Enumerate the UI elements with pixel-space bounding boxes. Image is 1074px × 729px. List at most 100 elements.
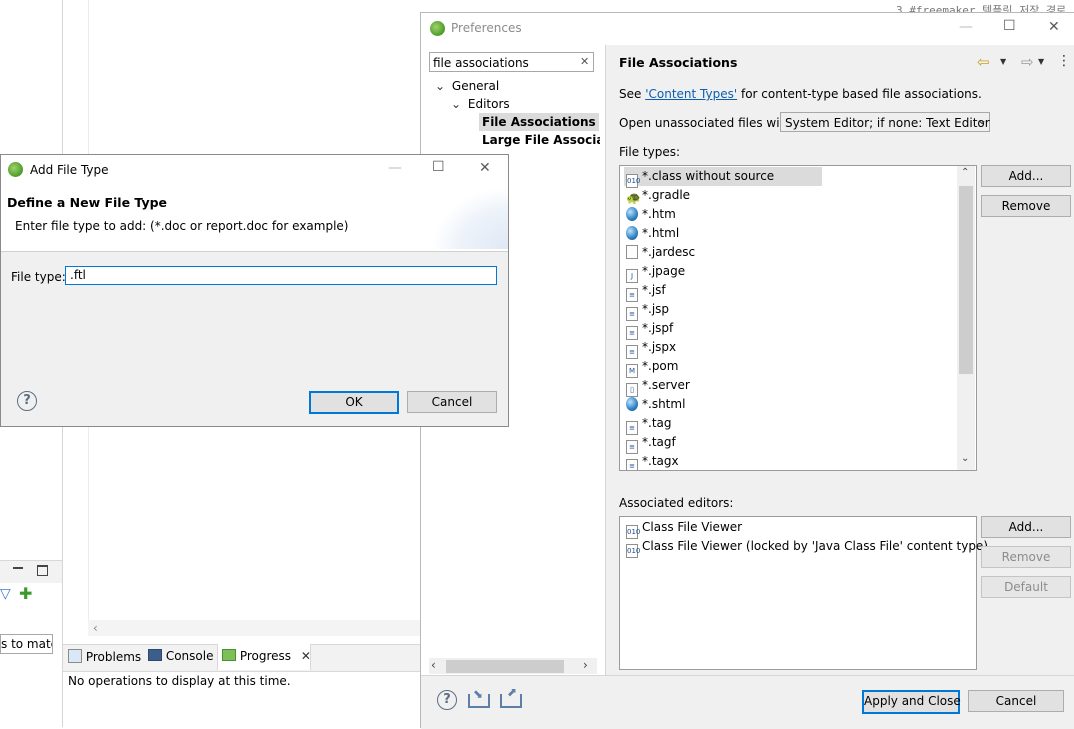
add-editor-button[interactable]: Add... [981, 516, 1071, 538]
item-label: *.jsp [642, 302, 670, 316]
tab-console[interactable]: Console [148, 649, 213, 663]
back-icon[interactable]: ⇦ [977, 53, 990, 71]
view-menu-icon[interactable]: ⋮ [1057, 53, 1071, 69]
list-item[interactable]: ≡ *.tag [626, 414, 672, 435]
editor-hscrollbar[interactable] [88, 620, 421, 636]
list-item[interactable]: *.html [626, 224, 679, 243]
preferences-window: Preferences — ☐ ✕ file associations ✕ ⌄ … [420, 12, 1074, 729]
list-item[interactable]: 010 Class File Viewer (locked by 'Java Cl… [626, 537, 988, 558]
forward-icon[interactable]: ⇨ [1021, 53, 1034, 71]
close-icon[interactable]: ✕ [479, 160, 491, 176]
minimize-icon[interactable]: — [959, 19, 973, 35]
list-item[interactable]: M *.pom [626, 357, 678, 378]
list-item[interactable]: *.shtml [626, 395, 685, 414]
list-item[interactable]: ≡ *.jspf [626, 319, 674, 340]
file-type-input[interactable]: .ftl [65, 266, 497, 285]
chevron-down-icon: ⌄ [435, 79, 446, 93]
add-file-type-button[interactable]: Add... [981, 165, 1071, 187]
select-value: System Editor; if none: Text Editor [785, 116, 990, 130]
content-types-link[interactable]: 'Content Types' [645, 87, 737, 101]
dialog-heading: Define a New File Type [7, 195, 168, 210]
file-types-list[interactable]: 010 *.class without source 🐢*.gradle *.htm *… [619, 165, 977, 471]
minimize-icon[interactable] [13, 567, 23, 569]
list-item[interactable]: *.jardesc [626, 243, 695, 262]
tab-label: Console [165, 649, 214, 663]
list-item[interactable]: *.htm [626, 205, 676, 224]
associated-editors-list[interactable]: 010 Class File Viewer 010 Class File Viewe… [619, 516, 988, 670]
back-menu-icon[interactable]: ▼ [1000, 57, 1006, 66]
button-label: Remove [1001, 550, 1051, 564]
add-file-type-dialog: Add File Type — ☐ ✕ Define a New File Ty… [0, 154, 509, 427]
list-item[interactable]: ≡ *.jspx [626, 338, 676, 359]
list-item[interactable]: J *.jpage [626, 262, 685, 283]
maximize-icon[interactable]: ☐ [432, 159, 445, 175]
list-item[interactable]: ≡ *.jsf [626, 281, 666, 302]
tab-label: Progress [239, 649, 292, 663]
tab-problems[interactable]: Problems [68, 649, 141, 664]
item-label: *.tagx [642, 454, 679, 468]
remove-file-type-button[interactable]: Remove [981, 195, 1071, 217]
close-icon[interactable]: ✕ [1048, 19, 1060, 35]
apply-and-close-button[interactable]: Apply and Close [862, 690, 961, 714]
scroll-down-icon[interactable]: ⌄ [961, 453, 969, 464]
tree-item-file-associations[interactable]: File Associations [479, 113, 599, 131]
item-label: Class File Viewer [642, 520, 743, 534]
filter-icon[interactable]: ▽ [0, 586, 11, 602]
list-item[interactable]: 010 *.class without source [624, 167, 822, 188]
file-type-label: File type: [11, 270, 66, 284]
list-item[interactable]: 🐢*.gradle [626, 186, 690, 205]
tab-progress[interactable]: Progress ✕ [222, 649, 311, 663]
dialog-title: Add File Type [30, 163, 109, 177]
ok-button[interactable]: OK [309, 391, 399, 414]
tree-item-editors[interactable]: ⌄ Editors [451, 97, 510, 111]
scroll-up-icon[interactable]: ⌃ [961, 167, 969, 178]
open-unassociated-label: Open unassociated files with: [619, 116, 796, 130]
preference-filter-input[interactable]: file associations [429, 52, 594, 72]
item-label: *.class without source [642, 169, 775, 183]
note-prefix: See [619, 87, 646, 101]
minimize-icon[interactable]: — [388, 160, 402, 176]
tree-item-large-file-associations[interactable]: Large File Associations [482, 133, 600, 147]
list-item[interactable]: ≡ *.jsp [626, 300, 670, 321]
filter-value: file associations [433, 56, 529, 70]
default-editor-button[interactable]: Default [981, 576, 1071, 598]
console-icon [148, 649, 162, 661]
item-label: *.jsf [642, 283, 666, 297]
cancel-button[interactable]: Cancel [407, 391, 497, 413]
item-label: *.tagf [642, 435, 676, 449]
item-label: *.jspf [642, 321, 674, 335]
eclipse-logo-icon [8, 162, 23, 177]
help-icon[interactable]: ? [437, 690, 457, 710]
chevron-down-icon: ⌄ [977, 113, 988, 127]
item-label: *.htm [642, 207, 676, 221]
chevron-down-icon: ⌄ [451, 97, 462, 111]
scroll-left-icon[interactable]: ‹ [431, 658, 436, 672]
list-item[interactable]: ▯ *.server [626, 376, 690, 397]
list-item[interactable]: 010 Class File Viewer [626, 518, 743, 539]
close-icon[interactable]: ✕ [301, 649, 311, 663]
help-icon[interactable]: ? [17, 391, 37, 411]
tree-item-general[interactable]: ⌄ General [435, 79, 499, 93]
list-item[interactable]: ≡ *.tagx [626, 452, 679, 470]
forward-menu-icon[interactable]: ▼ [1038, 57, 1044, 66]
scroll-right-icon[interactable]: › [583, 658, 588, 672]
import-arrow: ⬊ [473, 687, 484, 701]
clear-filter-icon[interactable]: ✕ [580, 55, 589, 68]
add-icon[interactable]: ✚ [19, 584, 32, 603]
open-unassociated-select[interactable]: System Editor; if none: Text Editor [780, 112, 990, 132]
tree-item-label: File Associations [482, 115, 596, 129]
left-view-toolbar [0, 560, 62, 583]
filter-field[interactable]: s to matc [0, 634, 53, 654]
scroll-left-icon[interactable]: ‹ [93, 621, 98, 635]
scroll-thumb[interactable] [446, 660, 564, 673]
remove-editor-button[interactable]: Remove [981, 546, 1071, 568]
scroll-thumb[interactable] [959, 186, 973, 374]
maximize-icon[interactable]: ☐ [1003, 18, 1016, 34]
list-item[interactable]: ≡ *.tagf [626, 433, 676, 454]
dialog-description: Enter file type to add: (*.doc or report… [15, 219, 349, 233]
item-label: *.tag [642, 416, 672, 430]
maximize-icon[interactable] [37, 565, 48, 576]
cancel-button[interactable]: Cancel [968, 690, 1064, 712]
header-banner-graphic [431, 187, 508, 249]
tree-item-label: Large File Associations [482, 133, 600, 147]
